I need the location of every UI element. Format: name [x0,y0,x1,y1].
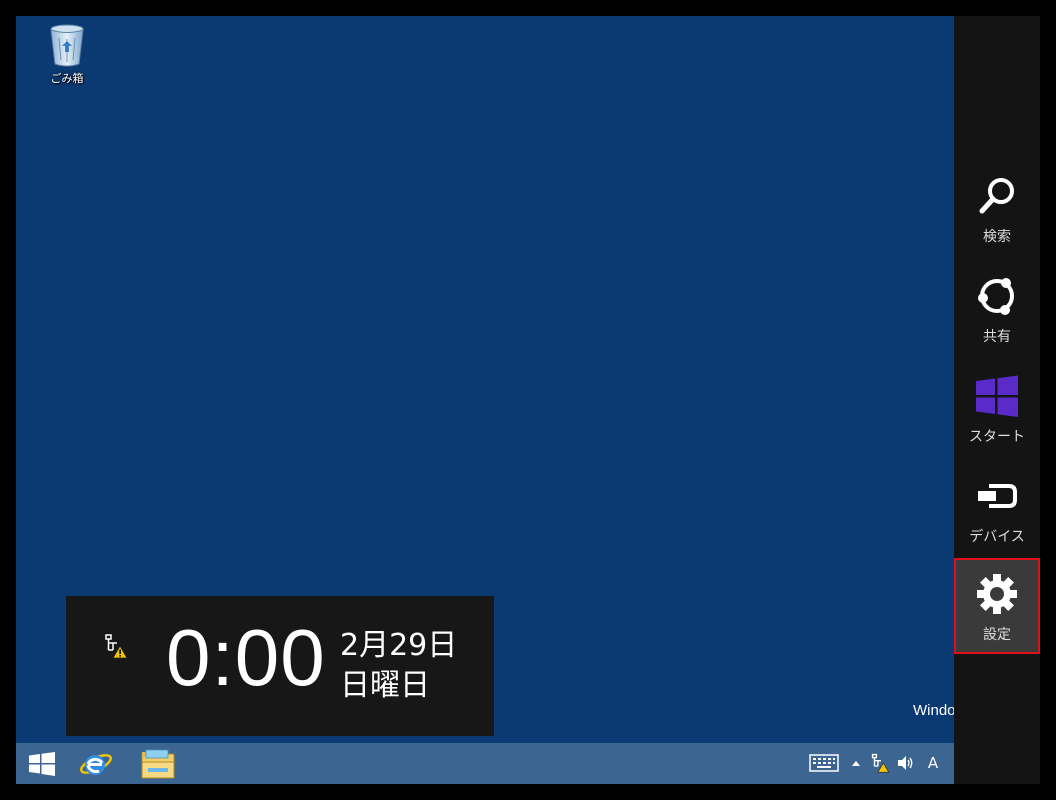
charm-search-label: 検索 [983,229,1011,245]
taskbar: A [16,743,954,784]
internet-explorer-button[interactable] [72,745,120,782]
charm-devices-label: デバイス [969,529,1025,545]
clock-date: 2月29日 日曜日 [340,626,457,706]
charm-share[interactable]: 共有 [954,264,1040,360]
desktop[interactable]: ごみ箱 Windo 0:00 2月29日 日曜日 A [16,16,1040,784]
charm-start[interactable]: スタート [954,364,1040,460]
network-warning-icon [871,753,890,773]
windows-logo-icon [29,751,55,776]
file-explorer-button[interactable] [134,745,182,782]
show-hidden-icons-button[interactable] [848,751,864,775]
file-explorer-icon [141,749,175,778]
devices-icon [978,484,1017,508]
charm-search[interactable]: 検索 [954,164,1040,260]
charms-bar: 検索 共有 スタート デバイス 設定 [954,16,1040,784]
clock-date-day: 2月29日 [340,628,458,663]
charm-settings-label: 設定 [983,627,1011,643]
tray-network-button[interactable] [870,751,892,775]
recycle-bin-label: ごみ箱 [50,72,84,85]
speaker-icon [898,756,913,770]
search-icon [979,178,1014,214]
clock-time: 0:00 [166,613,326,702]
start-button[interactable] [18,745,66,782]
windows-watermark: Windo [913,702,956,719]
share-icon [978,278,1014,315]
internet-explorer-icon [80,753,112,775]
recycle-bin-icon [50,24,84,67]
charm-share-label: 共有 [983,329,1011,345]
touch-keyboard-icon [809,754,839,772]
charm-devices[interactable]: デバイス [954,464,1040,560]
gear-icon [977,574,1017,614]
touch-keyboard-button[interactable] [808,751,840,775]
charm-settings[interactable]: 設定 [954,558,1040,654]
clock-flyout: 0:00 2月29日 日曜日 [66,596,494,736]
chevron-up-icon [852,761,860,766]
recycle-bin[interactable]: ごみ箱 [40,24,94,86]
windows-logo-icon [976,375,1018,417]
charm-start-label: スタート [969,429,1025,445]
volume-button[interactable] [894,751,916,775]
network-warning-icon [105,634,128,659]
clock-date-weekday: 日曜日 [340,668,430,703]
screen: ごみ箱 Windo 0:00 2月29日 日曜日 A 検索 共有 スタート デバ… [16,16,1040,784]
ime-mode-button[interactable]: A [922,751,944,775]
